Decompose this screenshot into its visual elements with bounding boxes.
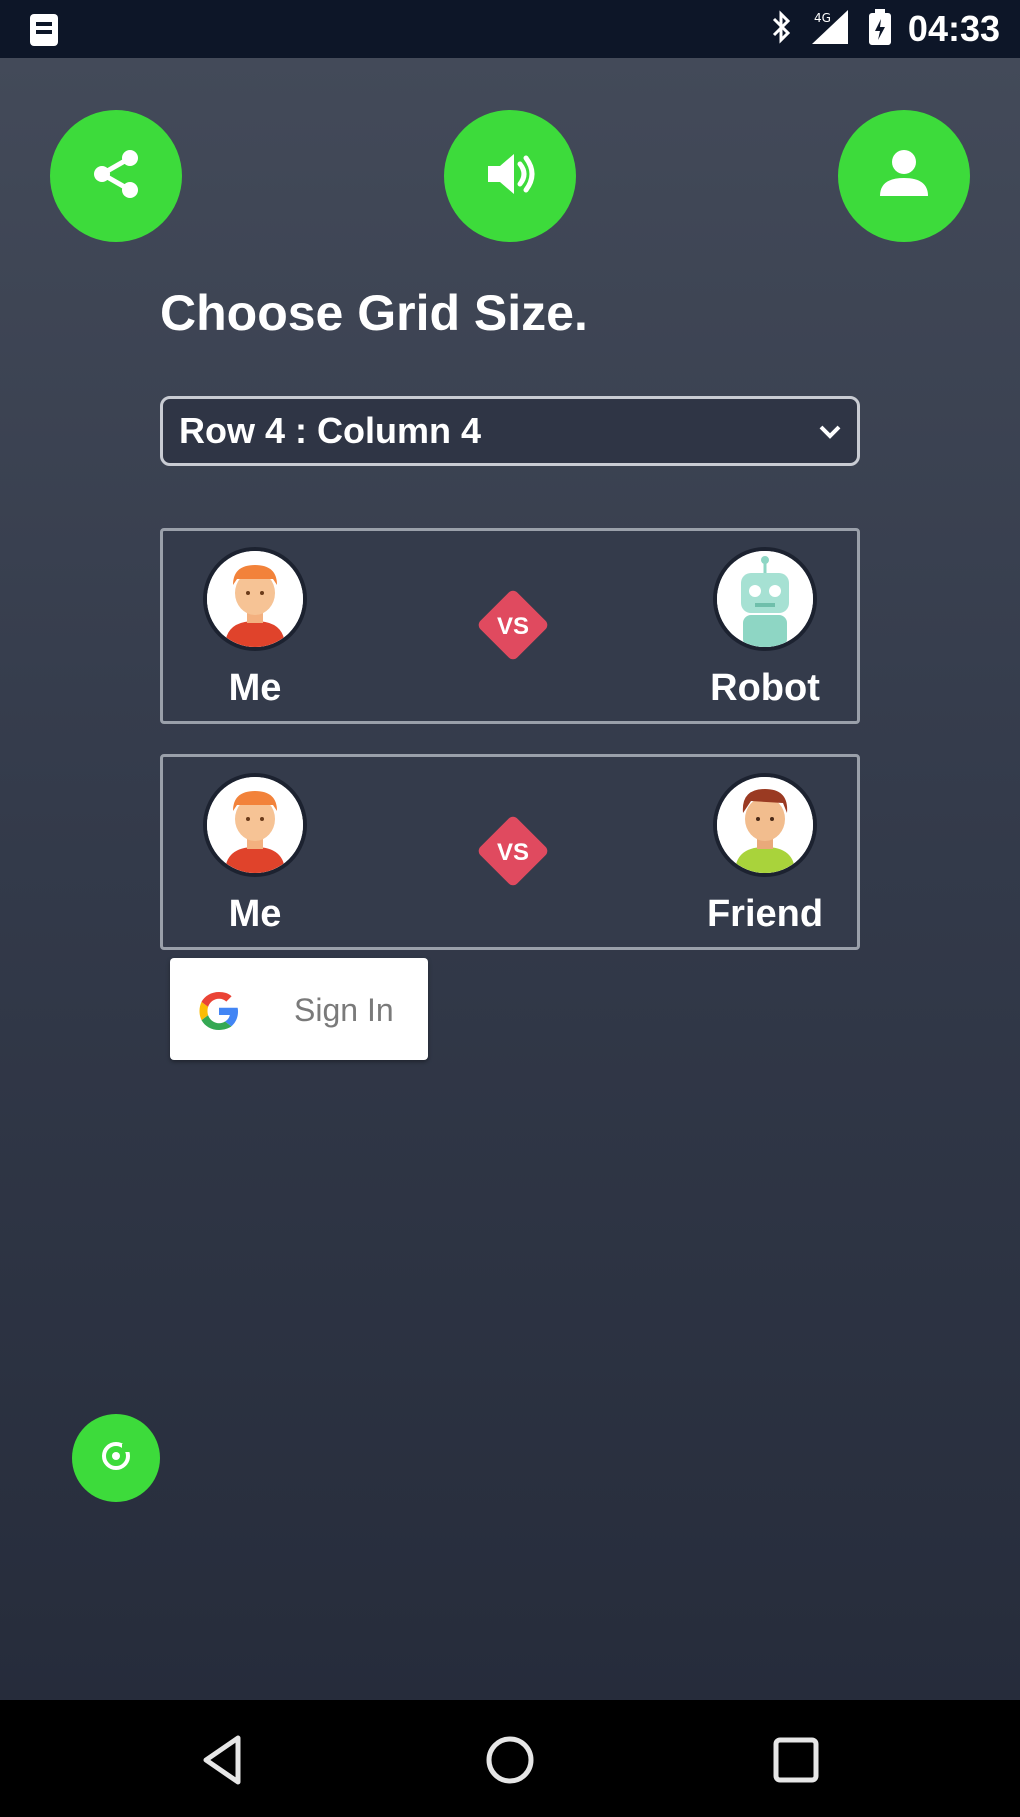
grid-size-select-value: Row 4 : Column 4 bbox=[179, 410, 482, 451]
status-bar: 4G 04:33 bbox=[0, 0, 1020, 58]
navigation-bar bbox=[0, 1700, 1020, 1817]
bluetooth-icon bbox=[770, 9, 794, 50]
google-logo-icon bbox=[196, 988, 242, 1034]
grid-size-select[interactable]: Row 4 : Column 4 bbox=[160, 396, 860, 466]
volume-icon bbox=[480, 144, 540, 209]
me-avatar bbox=[203, 773, 307, 877]
chevron-down-icon bbox=[817, 421, 843, 443]
nav-home-icon[interactable] bbox=[480, 1730, 540, 1790]
app-logo-icon bbox=[96, 1436, 136, 1481]
google-sign-in-label: Sign In bbox=[294, 992, 394, 1028]
signal-icon: 4G bbox=[808, 8, 852, 51]
player-label-robot: Robot bbox=[710, 667, 820, 709]
match-card-robot[interactable]: Me VS Robot bbox=[160, 528, 860, 724]
sound-button[interactable] bbox=[444, 110, 576, 242]
vs-badge: VS bbox=[471, 583, 555, 667]
page-title: Choose Grid Size. bbox=[160, 285, 588, 341]
app-area: Choose Grid Size. Row 4 : Column 4 Me VS… bbox=[0, 58, 1020, 1700]
share-icon bbox=[86, 144, 146, 209]
svg-text:VS: VS bbox=[497, 613, 529, 640]
google-sign-in-button[interactable]: Sign In bbox=[170, 958, 428, 1060]
svg-text:4G: 4G bbox=[814, 11, 831, 25]
battery-icon bbox=[866, 7, 894, 52]
small-action-button[interactable] bbox=[72, 1414, 160, 1502]
person-icon bbox=[874, 144, 934, 209]
status-time: 04:33 bbox=[907, 8, 1000, 49]
nav-back-icon[interactable] bbox=[194, 1730, 254, 1790]
robot-avatar bbox=[713, 547, 817, 651]
player-label-me: Me bbox=[228, 667, 282, 709]
sim-card-icon bbox=[28, 12, 60, 48]
player-label-me: Me bbox=[228, 893, 282, 935]
profile-button[interactable] bbox=[838, 110, 970, 242]
me-avatar bbox=[203, 547, 307, 651]
svg-text:VS: VS bbox=[497, 839, 529, 866]
match-card-friend[interactable]: Me VS Friend bbox=[160, 754, 860, 950]
vs-badge: VS bbox=[471, 809, 555, 893]
nav-recents-icon[interactable] bbox=[766, 1730, 826, 1790]
share-button[interactable] bbox=[50, 110, 182, 242]
player-label-friend: Friend bbox=[706, 893, 824, 935]
friend-avatar bbox=[713, 773, 817, 877]
